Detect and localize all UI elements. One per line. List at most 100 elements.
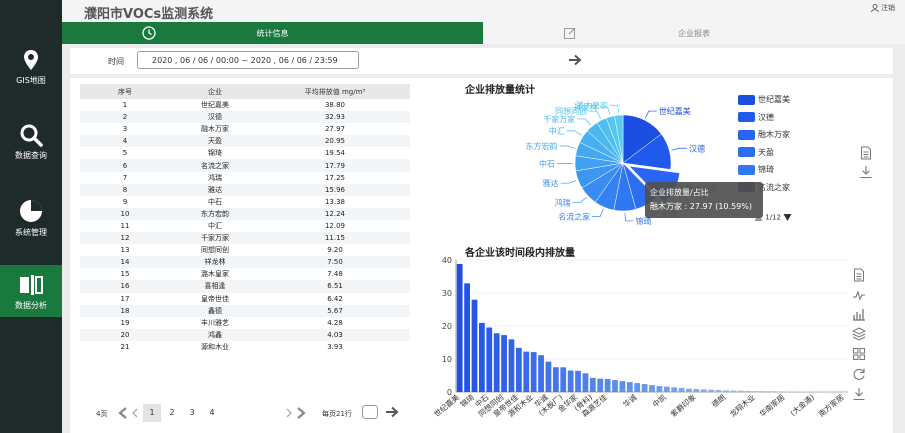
bar[interactable] xyxy=(530,352,537,392)
legend-next-icon[interactable] xyxy=(783,213,792,222)
bar[interactable] xyxy=(641,384,648,392)
bar[interactable] xyxy=(774,391,781,392)
bar[interactable] xyxy=(760,391,766,392)
bar[interactable] xyxy=(789,391,796,392)
table-row[interactable]: 9 中石 13.38 xyxy=(80,196,410,208)
table-row[interactable]: 8 雅达 15.96 xyxy=(80,183,410,196)
bar[interactable] xyxy=(523,351,530,392)
bar[interactable] xyxy=(501,335,507,392)
prev-page-icon[interactable] xyxy=(116,406,130,420)
legend-item[interactable]: 世纪嘉美 xyxy=(738,94,790,112)
table-row[interactable]: 17 皇帝世佳 6.42 xyxy=(80,293,410,305)
table-row[interactable]: 4 天盈 20.95 xyxy=(80,135,410,148)
line-chart-icon[interactable] xyxy=(852,288,866,302)
table-row[interactable]: 18 鑫德 5.67 xyxy=(80,304,410,317)
bar[interactable] xyxy=(715,390,722,392)
table-row[interactable]: 2 汉德 32.93 xyxy=(80,111,410,124)
legend-item[interactable]: 天盈 xyxy=(738,147,790,165)
bar[interactable] xyxy=(515,347,522,392)
bar[interactable] xyxy=(671,387,678,392)
bar[interactable] xyxy=(479,322,485,392)
bar[interactable] xyxy=(649,385,655,392)
data-view-icon[interactable] xyxy=(853,268,865,282)
table-row[interactable]: 5 锦琦 19.54 xyxy=(80,147,410,159)
bar[interactable] xyxy=(737,390,744,392)
table-row[interactable]: 14 祥龙林 7.50 xyxy=(80,256,410,269)
bar[interactable] xyxy=(560,367,567,392)
page-button-2[interactable]: 2 xyxy=(163,404,181,422)
bar[interactable] xyxy=(686,388,692,392)
bar[interactable] xyxy=(486,327,493,392)
table-row[interactable]: 1 世纪嘉美 38.80 xyxy=(80,99,410,111)
bar[interactable] xyxy=(604,379,611,392)
tab-statistics[interactable]: 统计信息 xyxy=(62,22,483,44)
table-row[interactable]: 3 融木万家 27.97 xyxy=(80,123,410,135)
table-row[interactable]: 7 鸿瑞 17.25 xyxy=(80,172,410,184)
legend-item[interactable]: 锦琦 xyxy=(738,164,790,182)
go-arrow-icon[interactable] xyxy=(385,405,399,419)
nav-item-gis-map[interactable]: GIS地图 xyxy=(0,40,62,110)
table-row[interactable]: 12 千家万家 11.15 xyxy=(80,232,410,245)
bar[interactable] xyxy=(723,390,729,392)
bar[interactable] xyxy=(708,389,715,392)
per-page-input[interactable] xyxy=(362,405,378,419)
table-row[interactable]: 11 中汇 12.09 xyxy=(80,220,410,232)
tiled-icon[interactable] xyxy=(852,347,866,361)
bar[interactable] xyxy=(552,367,559,392)
last-page-icon[interactable] xyxy=(294,406,308,420)
table-row[interactable]: 13 同想同创 9.20 xyxy=(80,244,410,256)
bar[interactable] xyxy=(693,389,700,392)
bar[interactable] xyxy=(782,391,789,392)
bar[interactable] xyxy=(597,378,604,392)
table-row[interactable]: 10 东方宏韵 12.24 xyxy=(80,207,410,220)
column-header[interactable]: 平均排放值 mg/m³ xyxy=(260,84,410,99)
bar[interactable] xyxy=(456,263,463,392)
bar[interactable] xyxy=(752,391,759,392)
table-row[interactable]: 20 鸿鑫 4.03 xyxy=(80,328,410,341)
logout-button[interactable]: 注销 xyxy=(870,3,895,13)
bar[interactable] xyxy=(471,299,478,392)
bar-chart-icon[interactable] xyxy=(852,307,866,321)
bar[interactable] xyxy=(634,383,641,392)
column-header[interactable]: 序号 xyxy=(80,84,170,99)
bar[interactable] xyxy=(730,390,737,392)
bar[interactable] xyxy=(508,339,515,392)
bar[interactable] xyxy=(589,377,596,392)
bar[interactable] xyxy=(767,391,774,392)
table-row[interactable]: 21 源和木业 3.93 xyxy=(80,341,410,353)
legend-item[interactable]: 融木万家 xyxy=(738,129,790,147)
arrow-right-icon[interactable] xyxy=(568,53,582,67)
bar[interactable] xyxy=(626,382,633,392)
bar[interactable] xyxy=(545,361,552,392)
table-row[interactable]: 6 名流之家 17.79 xyxy=(80,159,410,172)
bar[interactable] xyxy=(663,386,670,392)
bar[interactable] xyxy=(745,390,752,392)
bar[interactable] xyxy=(678,388,685,392)
data-view-icon[interactable] xyxy=(860,146,872,160)
bar[interactable] xyxy=(567,370,574,392)
stack-icon[interactable] xyxy=(852,327,866,341)
time-range-input[interactable] xyxy=(137,51,359,69)
bar[interactable] xyxy=(582,373,589,392)
bar[interactable] xyxy=(656,386,663,392)
page-button-1[interactable]: 1 xyxy=(143,404,161,422)
legend-item[interactable]: 汉德 xyxy=(738,112,790,130)
refresh-icon[interactable] xyxy=(852,367,866,381)
table-row[interactable]: 19 丰川雅艺 4.28 xyxy=(80,317,410,329)
prev-page-icon-2[interactable] xyxy=(130,406,140,420)
nav-item-data-analysis[interactable]: 数据分析 xyxy=(0,265,62,317)
download-icon[interactable] xyxy=(852,387,866,401)
bar[interactable] xyxy=(464,283,470,392)
column-header[interactable]: 企业 xyxy=(170,84,260,99)
table-row[interactable]: 16 喜相逢 6.51 xyxy=(80,280,410,293)
bar[interactable] xyxy=(619,381,626,392)
download-icon[interactable] xyxy=(859,165,873,179)
bar[interactable] xyxy=(538,355,544,392)
bar[interactable] xyxy=(575,370,581,392)
tab-company-report[interactable]: 企业报表 xyxy=(483,22,905,44)
nav-item-system-management[interactable]: 系统管理 xyxy=(0,190,62,260)
table-row[interactable]: 15 潞木皇家 7.48 xyxy=(80,268,410,280)
page-button-4[interactable]: 4 xyxy=(203,404,221,422)
bar[interactable] xyxy=(493,333,500,392)
next-page-icon[interactable] xyxy=(284,406,294,420)
